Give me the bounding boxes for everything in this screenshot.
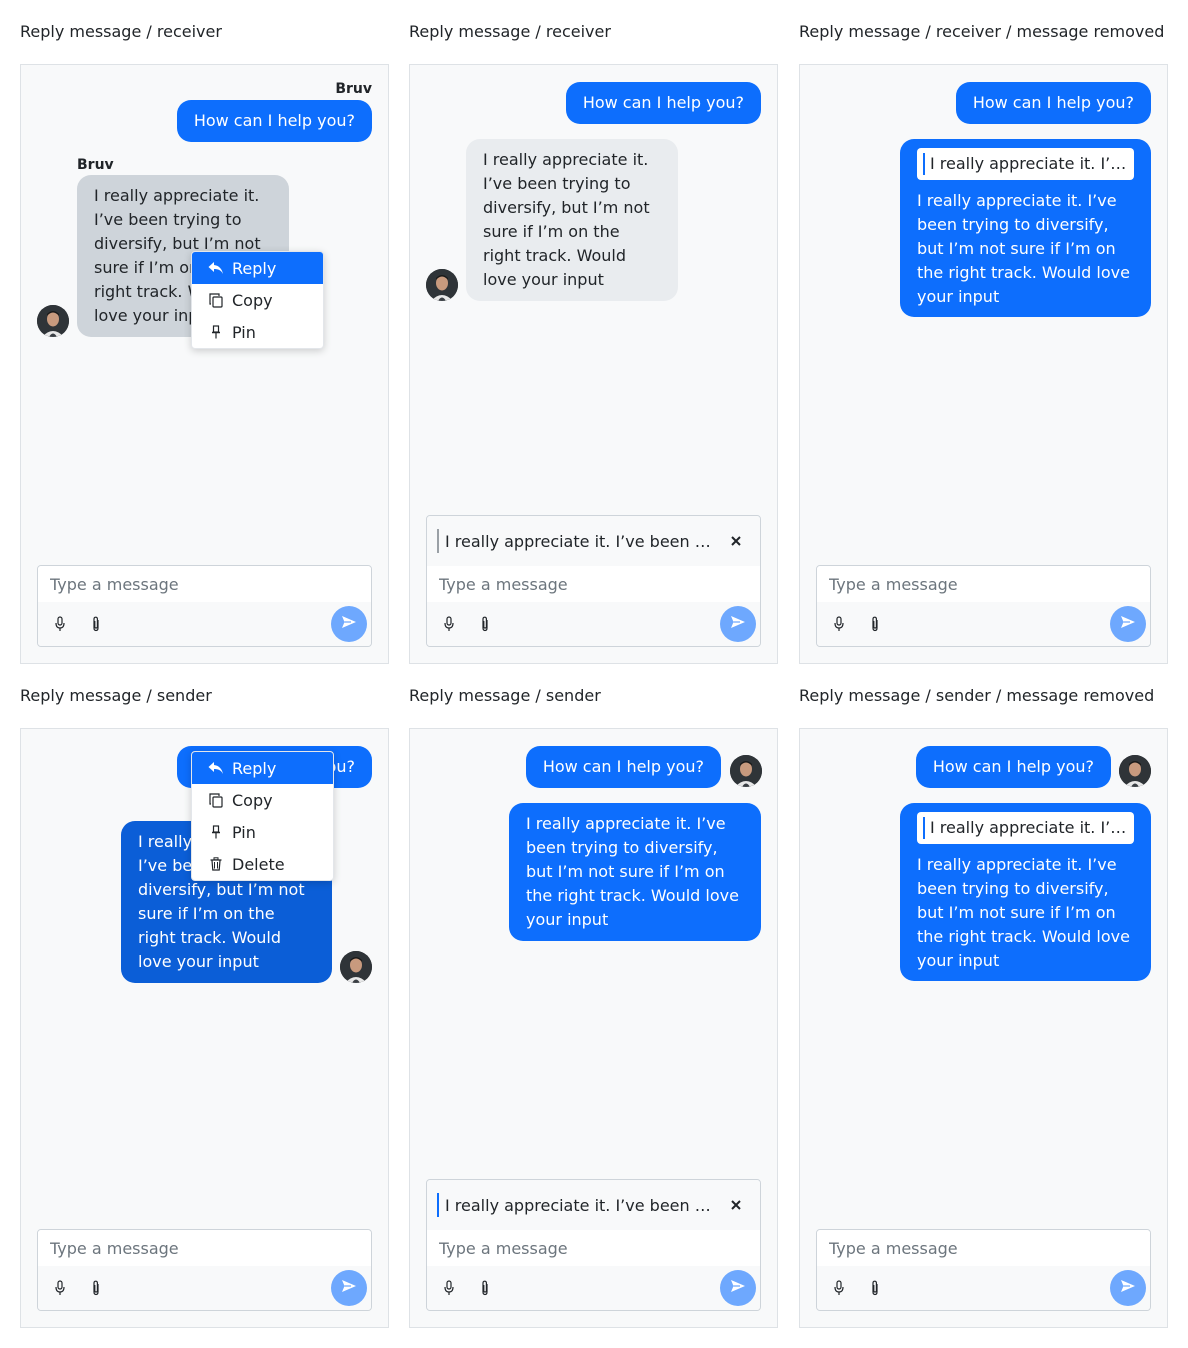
message-composer (816, 565, 1151, 647)
quoted-message[interactable]: I really appreciate it. I’… (917, 812, 1134, 844)
reply-preview: I really appreciate it. I’ve been … (427, 516, 760, 566)
context-menu: Reply Copy Pin Delete (191, 751, 334, 881)
avatar (1119, 755, 1151, 787)
menu-item-pin[interactable]: Pin (192, 316, 323, 348)
caption-receiver-removed: Reply message / receiver / message remov… (799, 22, 1165, 41)
send-icon (1120, 1278, 1136, 1298)
trash-icon (208, 856, 224, 872)
close-icon[interactable] (726, 1195, 746, 1215)
pin-icon (208, 324, 224, 340)
send-button[interactable] (720, 606, 756, 642)
caption-sender: Reply message / sender (20, 686, 212, 705)
avatar (340, 951, 372, 983)
outgoing-message[interactable]: How can I help you? (955, 82, 1151, 124)
send-icon (730, 614, 746, 634)
send-icon (341, 614, 357, 634)
message-composer (37, 565, 372, 647)
microphone-icon[interactable] (829, 614, 849, 634)
paperclip-icon[interactable] (865, 1278, 885, 1298)
message-composer (816, 1229, 1151, 1311)
menu-item-reply[interactable]: Reply (192, 752, 333, 784)
outgoing-message[interactable]: How can I help you? (176, 100, 372, 142)
outgoing-message[interactable]: How can I help you? (565, 82, 761, 124)
menu-item-delete[interactable]: Delete (192, 848, 333, 880)
message-text: I really appreciate it. I’ve been trying… (526, 814, 739, 929)
outgoing-message[interactable]: How can I help you? (525, 746, 721, 788)
incoming-message[interactable]: I really appreciate it. I’ve been trying… (466, 139, 678, 301)
message-composer: I really appreciate it. I’ve been … (426, 515, 761, 647)
outgoing-reply-message[interactable]: I really appreciate it. I’… I really app… (900, 139, 1151, 317)
chat-panel-sender-reply: How can I help you? I really appreciate … (409, 728, 778, 1328)
reply-preview-text: I really appreciate it. I’ve been … (445, 531, 711, 551)
message-input[interactable] (829, 1238, 1150, 1258)
avatar (37, 305, 69, 337)
microphone-icon[interactable] (829, 1278, 849, 1298)
reply-icon (208, 760, 224, 776)
outgoing-reply-message[interactable]: I really appreciate it. I’… I really app… (900, 803, 1151, 981)
outgoing-message[interactable]: I really appreciate it. I’ve been trying… (509, 803, 761, 941)
paperclip-icon[interactable] (86, 1278, 106, 1298)
caption-sender-removed: Reply message / sender / message removed (799, 686, 1155, 705)
close-icon[interactable] (726, 531, 746, 551)
message-input[interactable] (829, 574, 1150, 594)
message-text: I really appreciate it. I’ve been trying… (917, 855, 1130, 970)
message-composer (37, 1229, 372, 1311)
chat-panel-receiver-removed: How can I help you? I really appreciate … (799, 64, 1168, 664)
paperclip-icon[interactable] (865, 614, 885, 634)
send-button[interactable] (1110, 606, 1146, 642)
microphone-icon[interactable] (50, 1278, 70, 1298)
paperclip-icon[interactable] (86, 614, 106, 634)
sender-name: Bruv (77, 157, 114, 173)
send-button[interactable] (720, 1270, 756, 1306)
send-icon (730, 1278, 746, 1298)
message-text: I really appreciate it. I’ve been trying… (917, 191, 1130, 306)
avatar (426, 269, 458, 301)
message-input[interactable] (50, 574, 371, 594)
paperclip-icon[interactable] (475, 1278, 495, 1298)
menu-item-reply[interactable]: Reply (192, 252, 323, 284)
sender-name: Bruv (335, 81, 372, 97)
reply-preview: I really appreciate it. I’ve been … (427, 1180, 760, 1230)
message-input[interactable] (439, 1238, 760, 1258)
send-button[interactable] (331, 1270, 367, 1306)
paperclip-icon[interactable] (475, 614, 495, 634)
avatar (730, 755, 762, 787)
send-button[interactable] (1110, 1270, 1146, 1306)
copy-icon (208, 792, 224, 808)
chat-panel-sender-removed: How can I help you? I really appreciate … (799, 728, 1168, 1328)
chat-panel-sender-menu: How can I help you? I really appreciate … (20, 728, 389, 1328)
menu-item-copy[interactable]: Copy (192, 784, 333, 816)
caption-receiver: Reply message / receiver (20, 22, 222, 41)
caption-sender-2: Reply message / sender (409, 686, 601, 705)
send-button[interactable] (331, 606, 367, 642)
copy-icon (208, 292, 224, 308)
quoted-message[interactable]: I really appreciate it. I’… (917, 148, 1134, 180)
message-input[interactable] (50, 1238, 371, 1258)
chat-panel-receiver-menu: Bruv How can I help you? Bruv I really a… (20, 64, 389, 664)
caption-receiver-2: Reply message / receiver (409, 22, 611, 41)
microphone-icon[interactable] (439, 614, 459, 634)
microphone-icon[interactable] (50, 614, 70, 634)
menu-item-pin[interactable]: Pin (192, 816, 333, 848)
message-composer: I really appreciate it. I’ve been … (426, 1179, 761, 1311)
microphone-icon[interactable] (439, 1278, 459, 1298)
chat-panel-receiver-reply: How can I help you? I really appreciate … (409, 64, 778, 664)
send-icon (341, 1278, 357, 1298)
context-menu: Reply Copy Pin (191, 251, 324, 349)
menu-item-copy[interactable]: Copy (192, 284, 323, 316)
reply-preview-text: I really appreciate it. I’ve been … (445, 1195, 711, 1215)
reply-icon (208, 260, 224, 276)
message-text: I really appreciate it. I’ve been trying… (483, 150, 650, 289)
message-input[interactable] (439, 574, 760, 594)
outgoing-message[interactable]: How can I help you? (915, 746, 1111, 788)
pin-icon (208, 824, 224, 840)
send-icon (1120, 614, 1136, 634)
